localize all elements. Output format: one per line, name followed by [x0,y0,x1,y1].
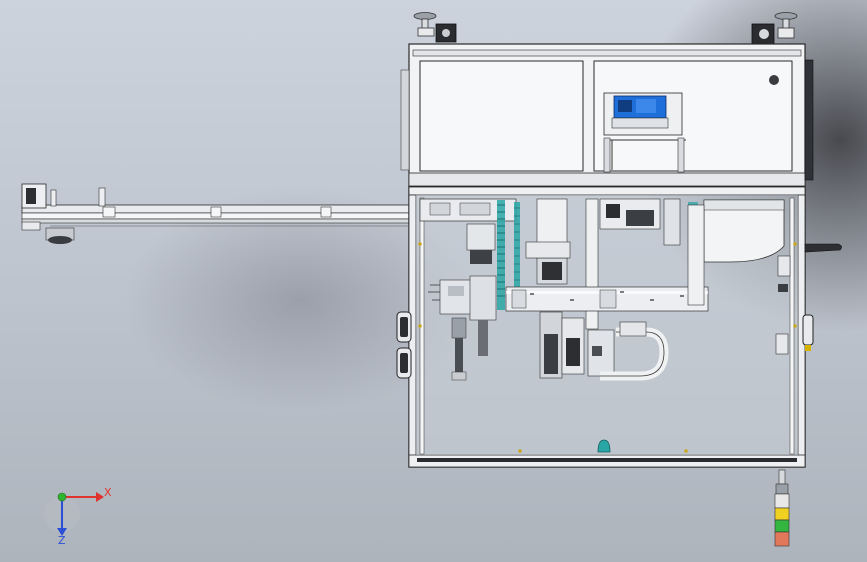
caster-right [751,23,775,45]
floor-sensor [597,439,611,453]
triad-z-label: Z [58,534,66,547]
door-handle-lower[interactable] [396,347,412,379]
tower-light [774,469,790,547]
infeed-conveyor [21,183,411,244]
y-axis-beam [505,286,709,312]
outfeed-bracket [804,243,842,253]
triad-x-label: X [104,486,112,499]
coordinate-triad: X Z [44,486,112,547]
leveling-foot-left [413,12,437,37]
cad-viewport[interactable]: X Z [0,0,867,562]
door-lock-icon[interactable] [769,75,779,85]
electrical-door-left[interactable] [419,60,584,172]
door-handle-upper[interactable] [396,311,412,343]
leveling-foot-right [774,12,798,39]
caster-left [435,23,457,43]
